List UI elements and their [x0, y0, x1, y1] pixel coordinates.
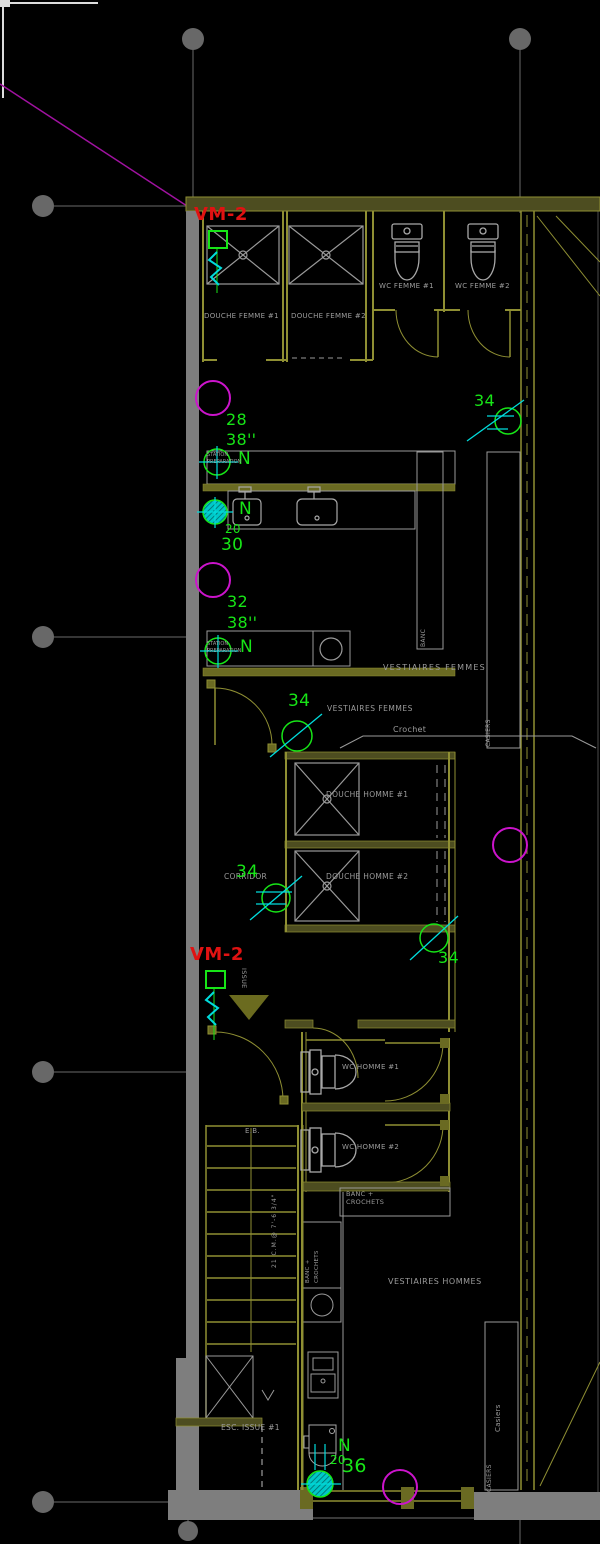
fixture-label-banc: BANC — [421, 629, 427, 647]
shower-base-icon — [295, 763, 359, 835]
fixture-label-banc-crochets-v2: CROCHETS — [315, 1250, 321, 1283]
stair-note: 21 C.M.@ 7'-6 3/4" — [272, 1194, 278, 1268]
grid-bubble — [178, 1521, 198, 1541]
grid-bubble — [182, 28, 204, 50]
annotation-36: 36 — [342, 1457, 367, 1476]
room-label-esc-issue-1: ESC. ISSUE #1 — [221, 1424, 280, 1432]
basin-icon — [311, 1294, 333, 1316]
highlight-circle — [493, 828, 527, 862]
fixture-label-casiers: CASIERS — [486, 719, 492, 747]
viewport-corner-marks — [0, 0, 98, 98]
counter-note-line1: STATION — [207, 453, 228, 458]
shower-base-icon — [295, 851, 359, 921]
annotation-n: N — [240, 639, 253, 656]
floorplan-canvas: VM-2 VM-2 DOUCHE FEMME #1 DOUCHE FEMME #… — [0, 0, 600, 1544]
grid-bubbles — [32, 28, 531, 1541]
toilet-icon — [392, 224, 422, 280]
counter-note-line2: PREPARATION — [207, 460, 241, 465]
room-label-douche-homme-2: DOUCHE HOMME #2 — [326, 873, 408, 881]
vm2-tag-bottom: VM-2 — [190, 946, 244, 964]
coat-hook-rail — [340, 736, 596, 748]
grid-bubble — [32, 1491, 54, 1513]
grid-bubble — [32, 1061, 54, 1083]
highlight-circle — [196, 381, 230, 415]
annotation-28: 28 — [226, 412, 247, 428]
sink-icon — [297, 487, 337, 525]
lockers-casiers — [487, 452, 520, 748]
fixture-label-banc-crochets-v1: BANC + — [306, 1259, 312, 1283]
douche-femme-stalls — [203, 211, 373, 362]
highlight-circle — [196, 563, 230, 597]
room-label-douche-homme-1: DOUCHE HOMME #1 — [326, 791, 408, 799]
annotation-32: 32 — [227, 594, 248, 610]
vm2-tag-top: VM-2 — [194, 206, 248, 224]
toilet-side-icon — [301, 1050, 356, 1094]
annotation-20: 20 — [225, 523, 241, 535]
grid-bubble — [509, 28, 531, 50]
counter-note-line1: STATION — [207, 642, 228, 647]
fixture-label-casiers-hommes: CASIERS — [487, 1464, 493, 1492]
annotation-34: 34 — [474, 393, 495, 409]
exit-label-issue: ISSUE — [241, 968, 248, 989]
stair-direction-arrow — [262, 1390, 274, 1400]
annotation-38in: 38'' — [226, 432, 256, 448]
stair-label-eb: E.B. — [245, 1128, 260, 1135]
floorplan-drawing — [0, 0, 600, 1544]
shower-base-icon — [289, 226, 363, 284]
fixture-label-banc-crochets-2: CROCHETS — [346, 1199, 384, 1206]
room-label-vestiaires-femmes: VESTIAIRES FEMMES — [383, 664, 486, 672]
sprinkler-symbol-34 — [270, 714, 322, 757]
room-label-vestiaires-femmes-2: VESTIAIRES FEMMES — [327, 705, 413, 713]
lavabo-icon — [308, 1352, 338, 1398]
room-label-wc-homme-2: WC HOMME #2 — [342, 1144, 399, 1151]
annotation-38in: 38'' — [227, 615, 257, 631]
magenta-highlight-circles — [196, 381, 527, 1504]
room-label-wc-femme-2: WC FEMME #2 — [455, 283, 510, 290]
counter-note-line2: PREPARATION — [207, 649, 241, 654]
annotation-34: 34 — [438, 950, 459, 966]
fixture-label-banc-crochets-1: BANC + — [346, 1191, 374, 1198]
exit-arrow-icon — [229, 995, 269, 1020]
annotation-30: 30 — [221, 537, 243, 554]
wc-homme-block — [301, 1032, 450, 1490]
vestiaire-femme-door — [207, 680, 276, 752]
room-label-wc-homme-1: WC HOMME #1 — [342, 1064, 399, 1071]
grid-bubble — [32, 626, 54, 648]
shower-base-icon — [207, 226, 279, 284]
annotation-34: 34 — [288, 693, 310, 710]
basin-icon — [320, 638, 342, 660]
room-label-vestiaires-hommes: VESTIAIRES HOMMES — [388, 1278, 482, 1286]
fixture-label-crochet: Crochet — [393, 726, 426, 734]
annotation-34: 34 — [236, 864, 258, 881]
annotation-n: N — [239, 501, 252, 518]
grid-bubble — [32, 195, 54, 217]
bench-banc — [417, 452, 443, 649]
toilet-icon — [468, 224, 498, 280]
sprinkler-symbol-34 — [250, 876, 302, 920]
fixture-label-casiers-script: Casiers — [495, 1404, 502, 1432]
room-label-wc-femme-1: WC FEMME #1 — [379, 283, 434, 290]
magenta-leader-line — [0, 84, 187, 206]
homme-fixture-column — [303, 1192, 343, 1490]
room-label-douche-femme-2: DOUCHE FEMME #2 — [291, 313, 366, 320]
door-jambs — [440, 1038, 449, 1186]
room-label-douche-femme-1: DOUCHE FEMME #1 — [204, 313, 279, 320]
